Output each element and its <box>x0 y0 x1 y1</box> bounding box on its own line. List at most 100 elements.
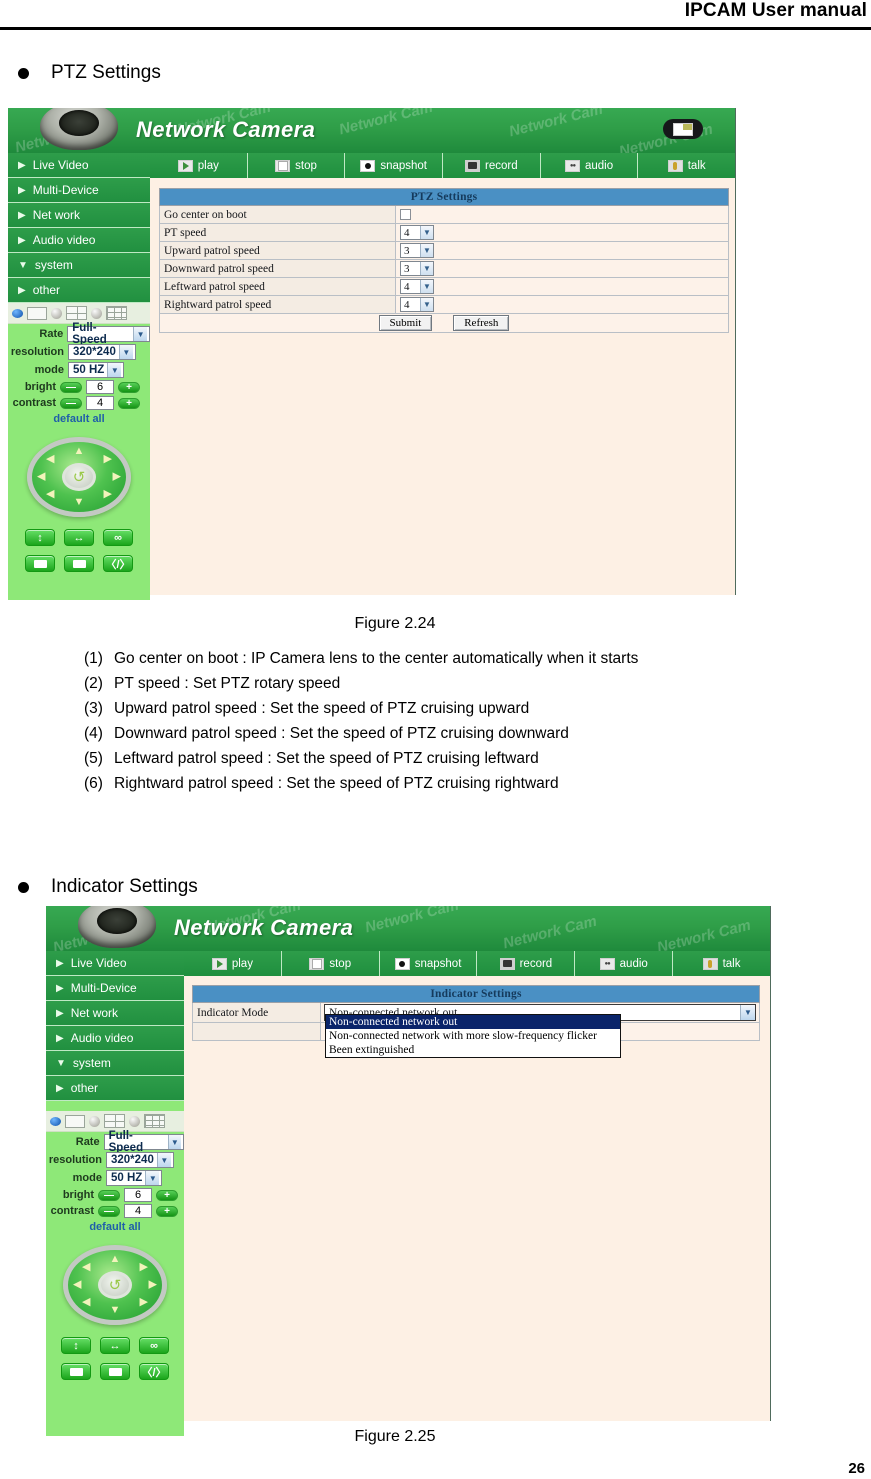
upward-patrol-speed-select[interactable]: 3 ▼ <box>400 243 434 258</box>
io-link-button[interactable]: ∞ <box>103 529 133 546</box>
go-center-on-boot-checkbox[interactable] <box>400 209 411 221</box>
horizontal-patrol-button[interactable]: ↔ <box>64 529 94 546</box>
io-on-button[interactable] <box>61 1363 91 1380</box>
sidebar-item-live-video[interactable]: ▶ Live Video <box>46 951 184 976</box>
horizontal-patrol-button[interactable]: ↔ <box>100 1337 130 1354</box>
bright-increase-button[interactable]: + <box>156 1189 178 1201</box>
sidebar-item-audio-video[interactable]: ▶ Audio video <box>8 228 150 253</box>
submit-button[interactable]: Submit <box>378 315 433 331</box>
pan-right-arrow-icon[interactable]: ▶ <box>113 471 121 483</box>
default-all-link[interactable]: default all <box>8 413 150 425</box>
toolbar-talk-button[interactable]: talk <box>638 153 736 178</box>
vertical-patrol-button[interactable]: ↕ <box>61 1337 91 1354</box>
default-all-link[interactable]: default all <box>46 1221 184 1233</box>
contrast-value[interactable]: 4 <box>124 1204 152 1218</box>
quad-view-icon[interactable] <box>104 1114 125 1128</box>
language-switch-icon[interactable] <box>663 119 703 139</box>
pan-down-arrow-icon[interactable]: ▼ <box>74 497 85 508</box>
io-on-button[interactable] <box>25 555 55 572</box>
resolution-select[interactable]: 320*240 ▼ <box>106 1152 174 1168</box>
vertical-patrol-button[interactable]: ↕ <box>25 529 55 546</box>
bright-increase-button[interactable]: + <box>118 381 140 393</box>
center-reset-button[interactable]: 〈/〉 <box>103 555 133 572</box>
sidebar-item-multi-device[interactable]: ▶ Multi-Device <box>8 178 150 203</box>
sidebar-item-system[interactable]: ▼ system <box>8 253 150 278</box>
rate-select[interactable]: Full-Speed ▼ <box>103 1130 184 1154</box>
center-home-icon[interactable] <box>98 1271 132 1299</box>
single-view-selected-icon[interactable] <box>50 1116 61 1126</box>
pan-upleft-arrow-icon[interactable]: ◀ <box>46 454 54 465</box>
pan-left-arrow-icon[interactable]: ◀ <box>37 471 45 483</box>
sidebar-item-audio-video[interactable]: ▶ Audio video <box>46 1026 184 1051</box>
bright-value[interactable]: 6 <box>86 380 114 394</box>
center-reset-button[interactable]: 〈/〉 <box>139 1363 169 1380</box>
pan-downleft-arrow-icon[interactable]: ◀ <box>46 489 54 500</box>
resolution-select[interactable]: 320*240 ▼ <box>68 344 136 360</box>
nine-view-icon[interactable] <box>106 306 127 320</box>
ptz-joystick[interactable]: ▲ ▼ ◀ ▶ ◀ ▶ ◀ ▶ <box>27 437 131 517</box>
pan-downleft-arrow-icon[interactable]: ◀ <box>82 1297 90 1308</box>
bright-value[interactable]: 6 <box>124 1188 152 1202</box>
contrast-decrease-button[interactable]: — <box>98 1205 120 1217</box>
bright-decrease-button[interactable]: — <box>60 381 82 393</box>
rightward-patrol-speed-select[interactable]: 4 ▼ <box>400 297 434 312</box>
rate-select[interactable]: Full-Speed ▼ <box>67 322 150 346</box>
mode-select[interactable]: 50 HZ ▼ <box>68 362 125 378</box>
pan-downright-arrow-icon[interactable]: ▶ <box>104 489 112 500</box>
single-view-icon[interactable] <box>27 306 47 320</box>
sidebar-item-system[interactable]: ▼ system <box>46 1051 184 1076</box>
dropdown-option[interactable]: Been extinguished <box>326 1043 620 1057</box>
pan-left-arrow-icon[interactable]: ◀ <box>73 1279 81 1291</box>
toolbar-stop-button[interactable]: stop <box>247 153 346 178</box>
leftward-patrol-speed-select[interactable]: 4 ▼ <box>400 279 434 294</box>
quad-view-radio-icon[interactable] <box>89 1115 100 1127</box>
contrast-decrease-button[interactable]: — <box>60 397 82 409</box>
single-view-selected-icon[interactable] <box>12 308 23 318</box>
sidebar-item-live-video[interactable]: ▶ Live Video <box>8 153 150 178</box>
indicator-mode-dropdown-list[interactable]: Non-connected network out Non-connected … <box>325 1014 621 1058</box>
sidebar-item-other[interactable]: ▶ other <box>46 1076 184 1101</box>
sidebar-item-other[interactable]: ▶ other <box>8 278 150 303</box>
quad-view-radio-icon[interactable] <box>51 307 62 319</box>
sidebar-item-network[interactable]: ▶ Net work <box>8 203 150 228</box>
pan-upright-arrow-icon[interactable]: ▶ <box>104 454 112 465</box>
toolbar-record-button[interactable]: record <box>477 951 576 976</box>
sidebar-item-multi-device[interactable]: ▶ Multi-Device <box>46 976 184 1001</box>
toolbar-play-button[interactable]: play <box>150 153 248 178</box>
pt-speed-select[interactable]: 4 ▼ <box>400 225 434 240</box>
pan-up-arrow-icon[interactable]: ▲ <box>74 446 85 457</box>
pan-right-arrow-icon[interactable]: ▶ <box>149 1279 157 1291</box>
pan-upright-arrow-icon[interactable]: ▶ <box>140 1262 148 1273</box>
io-off-button[interactable] <box>100 1363 130 1380</box>
pan-upleft-arrow-icon[interactable]: ◀ <box>82 1262 90 1273</box>
ptz-joystick[interactable]: ▲ ▼ ◀ ▶ ◀ ▶ ◀ ▶ <box>63 1245 167 1325</box>
pan-down-arrow-icon[interactable]: ▼ <box>110 1305 121 1316</box>
mode-select[interactable]: 50 HZ ▼ <box>106 1170 163 1186</box>
downward-patrol-speed-select[interactable]: 3 ▼ <box>400 261 434 276</box>
toolbar-talk-button[interactable]: talk <box>673 951 770 976</box>
pan-up-arrow-icon[interactable]: ▲ <box>110 1254 121 1265</box>
toolbar-snapshot-button[interactable]: snapshot <box>345 153 444 178</box>
toolbar-record-button[interactable]: record <box>443 153 541 178</box>
nine-view-icon[interactable] <box>144 1114 165 1128</box>
toolbar-play-button[interactable]: play <box>184 951 282 976</box>
bright-decrease-button[interactable]: — <box>98 1189 120 1201</box>
nine-view-radio-icon[interactable] <box>129 1115 140 1127</box>
contrast-increase-button[interactable]: + <box>118 397 140 409</box>
contrast-value[interactable]: 4 <box>86 396 114 410</box>
quad-view-icon[interactable] <box>66 306 87 320</box>
dropdown-option[interactable]: Non-connected network with more slow-fre… <box>326 1029 620 1043</box>
io-off-button[interactable] <box>64 555 94 572</box>
io-link-button[interactable]: ∞ <box>139 1337 169 1354</box>
toolbar-snapshot-button[interactable]: snapshot <box>379 951 478 976</box>
contrast-increase-button[interactable]: + <box>156 1205 178 1217</box>
toolbar-audio-button[interactable]: audio <box>540 153 639 178</box>
single-view-icon[interactable] <box>65 1114 85 1128</box>
sidebar-item-network[interactable]: ▶ Net work <box>46 1001 184 1026</box>
toolbar-stop-button[interactable]: stop <box>281 951 380 976</box>
dropdown-option[interactable]: Non-connected network out <box>326 1015 620 1029</box>
nine-view-radio-icon[interactable] <box>91 307 102 319</box>
center-home-icon[interactable] <box>62 463 96 491</box>
pan-downright-arrow-icon[interactable]: ▶ <box>140 1297 148 1308</box>
toolbar-audio-button[interactable]: audio <box>575 951 674 976</box>
